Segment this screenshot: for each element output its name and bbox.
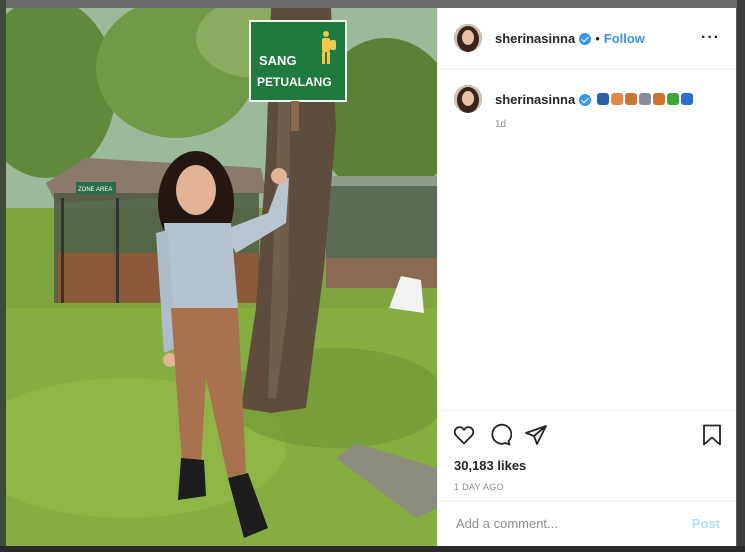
sign-text-sang: SANG bbox=[259, 53, 297, 68]
comment-input[interactable] bbox=[454, 515, 692, 532]
caption-row: sherinasinna bbox=[438, 69, 736, 113]
verified-badge-icon bbox=[579, 33, 592, 45]
post-header: sherinasinna • Follow ··· bbox=[438, 8, 736, 69]
gift-icon bbox=[639, 93, 652, 105]
caption: sherinasinna bbox=[495, 92, 694, 107]
add-comment-bar: Post bbox=[438, 500, 736, 546]
bookmark-save-icon[interactable] bbox=[700, 423, 724, 447]
backdrop-right bbox=[737, 0, 745, 552]
post-photo[interactable]: SANG PETUALANG ZONE AREA bbox=[6, 8, 437, 546]
comments-area: sherinasinna 1d bbox=[438, 69, 736, 410]
photo-illustration: SANG PETUALANG ZONE AREA bbox=[6, 8, 437, 546]
follow-button[interactable]: Follow bbox=[604, 31, 645, 46]
comment-bubble-icon[interactable] bbox=[488, 423, 512, 447]
post-actions: 30,183 likes 1 DAY AGO bbox=[438, 410, 736, 501]
avatar[interactable] bbox=[454, 24, 482, 52]
butterfly-icon bbox=[653, 93, 666, 105]
bandage-icon bbox=[611, 93, 624, 105]
more-options-icon[interactable]: ··· bbox=[701, 29, 720, 47]
bread-icon bbox=[625, 93, 638, 105]
pill-icon bbox=[667, 93, 680, 105]
likes-count[interactable]: 30,183 likes bbox=[438, 451, 736, 473]
separator-dot: • bbox=[595, 30, 600, 46]
small-sign-text: ZONE AREA bbox=[78, 187, 112, 193]
post-side-panel: sherinasinna • Follow ··· sherinasinna 1… bbox=[437, 8, 736, 546]
mask-icon bbox=[597, 93, 610, 105]
caption-username[interactable]: sherinasinna bbox=[495, 92, 575, 107]
caption-avatar[interactable] bbox=[454, 85, 482, 113]
hiking-boot-icon bbox=[681, 93, 694, 105]
like-heart-icon[interactable] bbox=[452, 423, 476, 447]
share-direct-icon[interactable] bbox=[524, 423, 548, 447]
action-icons bbox=[438, 411, 736, 451]
post-comment-button[interactable]: Post bbox=[692, 516, 720, 531]
backdrop-top bbox=[0, 0, 745, 8]
caption-time: 1d bbox=[495, 119, 507, 130]
post-modal: SANG PETUALANG ZONE AREA sherinasinna • … bbox=[6, 8, 736, 546]
header-username[interactable]: sherinasinna bbox=[495, 31, 575, 46]
caption-verified-icon bbox=[579, 94, 592, 106]
caption-emojis bbox=[597, 93, 694, 105]
posted-time[interactable]: 1 DAY AGO bbox=[438, 473, 736, 492]
sign-text-petualang: PETUALANG bbox=[257, 75, 332, 89]
backdrop-bottom bbox=[0, 546, 745, 552]
